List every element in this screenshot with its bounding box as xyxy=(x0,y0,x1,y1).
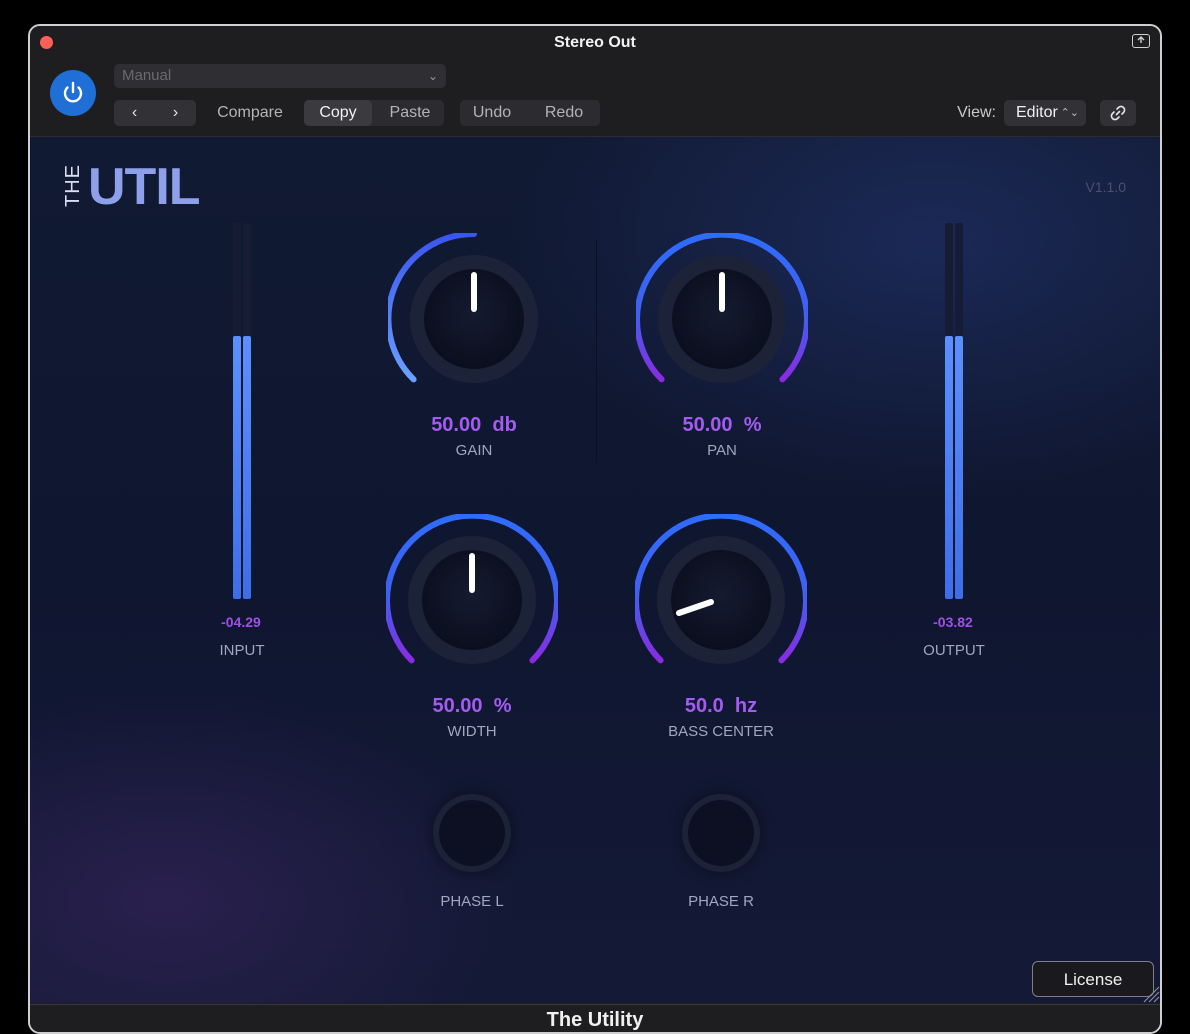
title-bar: Stereo Out Manual ⌄ ‹ › Compare Copy Pas… xyxy=(30,26,1160,137)
phase-l-button[interactable] xyxy=(439,800,505,866)
up-down-chevron-icon: ⌃⌄ xyxy=(1060,107,1079,119)
chevron-left-icon[interactable]: ‹ xyxy=(114,100,155,126)
bass-center-label: BASS CENTER xyxy=(668,723,774,740)
view-dropdown[interactable]: Editor ⌃⌄ xyxy=(1004,100,1086,126)
width-value: 50.00 % xyxy=(432,695,512,717)
view-value: Editor xyxy=(1016,104,1058,121)
chevron-right-icon[interactable]: › xyxy=(155,100,196,126)
power-button[interactable] xyxy=(50,70,96,116)
link-icon xyxy=(1110,105,1126,121)
window-title: Stereo Out xyxy=(554,34,636,51)
compare-button[interactable]: Compare xyxy=(208,100,292,126)
preset-dropdown[interactable]: Manual ⌄ xyxy=(114,64,446,88)
output-meter xyxy=(942,223,968,599)
preset-value: Manual xyxy=(122,67,172,84)
output-label: OUTPUT xyxy=(923,642,985,659)
preset-nav: ‹ › xyxy=(114,100,196,126)
gain-label: GAIN xyxy=(455,442,493,459)
output-meter-fill-l xyxy=(945,335,953,599)
plugin-window: Stereo Out Manual ⌄ ‹ › Compare Copy Pas… xyxy=(28,24,1162,1034)
redo-button[interactable]: Redo xyxy=(532,100,596,126)
phase-r-button[interactable] xyxy=(688,800,754,866)
gain-value: 50.00 db xyxy=(431,414,517,436)
plugin-panel: THE UTIL V1.1.0 -04.29 INPUT -03.82 OUTP… xyxy=(30,137,1160,1003)
output-value: -03.82 xyxy=(933,614,973,630)
copy-button[interactable]: Copy xyxy=(304,100,372,126)
phase-r-label: PHASE R xyxy=(688,893,754,910)
plugin-name: The Utility xyxy=(546,1009,644,1031)
pan-label: PAN xyxy=(707,442,737,459)
power-icon xyxy=(63,81,83,103)
width-label: WIDTH xyxy=(447,723,497,740)
input-meter xyxy=(230,223,256,599)
logo-util: UTIL xyxy=(88,158,201,216)
version-label: V1.1.0 xyxy=(1085,179,1126,195)
input-label: INPUT xyxy=(219,642,265,659)
divider xyxy=(596,241,597,463)
input-value: -04.29 xyxy=(221,614,261,630)
width-knob[interactable] xyxy=(386,514,558,686)
footer-bar: The Utility xyxy=(30,1004,1160,1032)
input-meter-fill-l xyxy=(233,335,241,599)
logo-the: THE xyxy=(62,164,84,207)
undo-button[interactable]: Undo xyxy=(460,100,524,126)
output-meter-fill-r xyxy=(955,335,963,599)
gain-knob[interactable] xyxy=(388,233,560,405)
input-meter-fill-r xyxy=(243,335,251,599)
pan-value: 50.00 % xyxy=(682,414,762,436)
chevron-down-icon: ⌄ xyxy=(427,69,438,83)
paste-button[interactable]: Paste xyxy=(376,100,444,126)
export-icon[interactable] xyxy=(1132,34,1150,48)
phase-l-label: PHASE L xyxy=(440,893,504,910)
bass-center-value: 50.0 hz xyxy=(684,695,758,717)
license-button[interactable]: License xyxy=(1032,961,1154,997)
view-label: View: xyxy=(957,104,996,121)
link-button[interactable] xyxy=(1100,100,1136,126)
resize-grip-icon[interactable] xyxy=(1138,981,1160,1003)
pan-knob[interactable] xyxy=(636,233,808,405)
bass-center-knob[interactable] xyxy=(635,514,807,686)
